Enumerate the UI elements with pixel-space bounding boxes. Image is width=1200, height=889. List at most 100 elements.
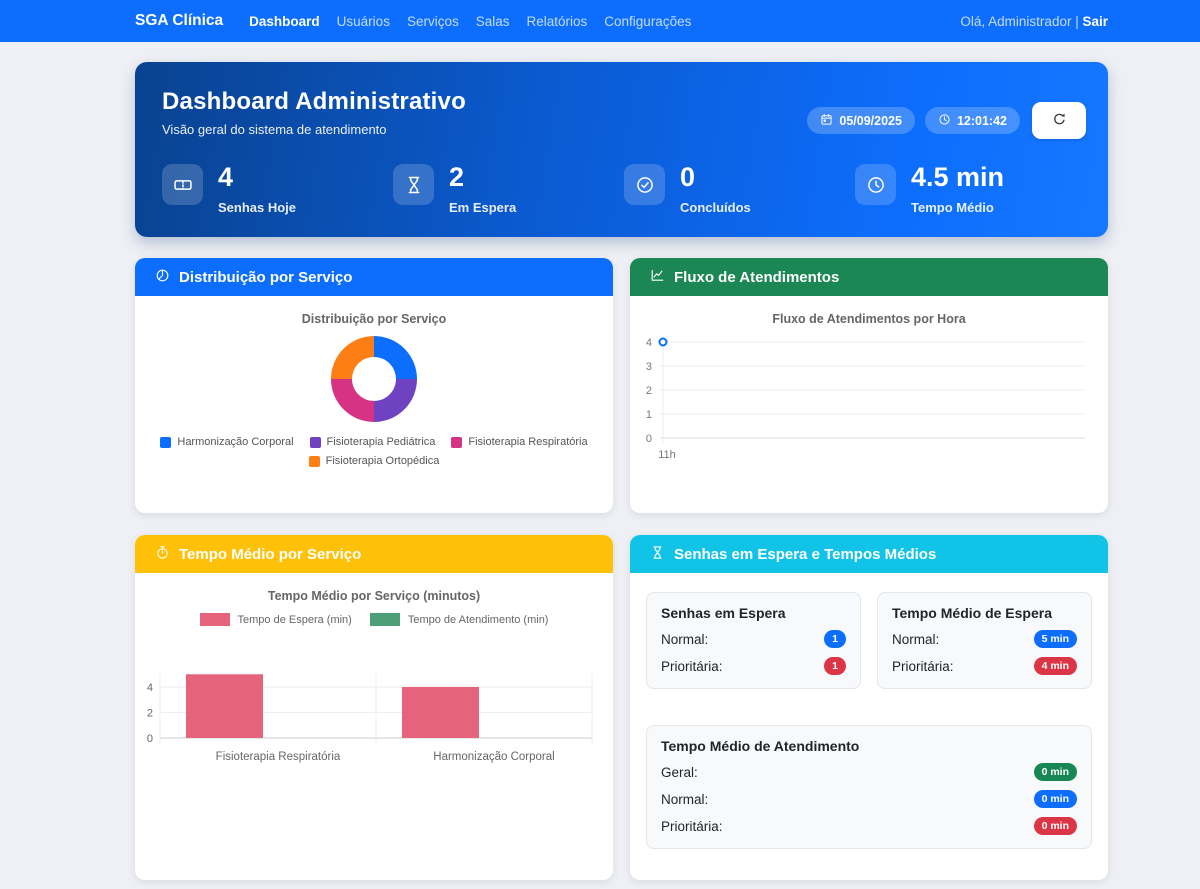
greeting-separator: | xyxy=(1071,14,1082,29)
stat-ticket: 4Senhas Hoje xyxy=(162,164,393,215)
stat-text: 4.5 min Tempo Médio xyxy=(911,164,1004,215)
flow-card: Fluxo de Atendimentos Fluxo de Atendimen… xyxy=(630,258,1108,513)
svg-text:0: 0 xyxy=(147,733,153,745)
nav-item-usuarios[interactable]: Usuários xyxy=(337,14,390,29)
nav-item-configuracoes[interactable]: Configurações xyxy=(604,14,691,29)
nav-item-servicos[interactable]: Serviços xyxy=(407,14,459,29)
distribution-card-body: Distribuição por Serviço Harmonização Co… xyxy=(135,296,613,513)
donut-chart-title: Distribuição por Serviço xyxy=(135,296,613,326)
stat-label: Tempo Médio xyxy=(911,200,1004,215)
clock-icon xyxy=(938,113,951,129)
avg-service-card-title: Tempo Médio por Serviço xyxy=(179,546,361,563)
top-navbar: SGA Clínica Dashboard Usuários Serviços Sal… xyxy=(0,0,1200,42)
panel-row-label: Prioritária: xyxy=(661,659,723,674)
stat-text: 0Concluídos xyxy=(680,164,751,215)
waiting-card-header: Senhas em Espera e Tempos Médios xyxy=(630,535,1108,573)
stat-check-circle: 0Concluídos xyxy=(624,164,855,215)
user-area: Olá, Administrador | Sair xyxy=(960,14,1108,29)
nav-links: Dashboard Usuários Serviços Salas Relatórios… xyxy=(249,14,708,29)
legend-item: Fisioterapia Ortopédica xyxy=(309,455,440,467)
svg-text:Fisioterapia Respiratória: Fisioterapia Respiratória xyxy=(216,751,341,763)
donut-legend: Harmonização Corporal Fisioterapia Pediát… xyxy=(135,436,613,467)
stat-clock: 4.5 min Tempo Médio xyxy=(855,164,1086,215)
avg-service-bar-chart: 0 2 4 Fisioterapia Respiratória Harmonização… xyxy=(135,665,613,775)
stat-value: 4.5 min xyxy=(911,164,1004,191)
panel-row: Prioritária: 0 min xyxy=(661,817,1077,835)
svg-text:3: 3 xyxy=(646,361,652,373)
status-badge: 0 min xyxy=(1034,817,1077,835)
page-title: Dashboard Administrativo xyxy=(162,88,466,116)
status-badge: 0 min xyxy=(1034,763,1077,781)
legend-swatch xyxy=(200,613,230,626)
donut-chart xyxy=(331,336,417,422)
hero-heading: Dashboard Administrativo Visão geral do … xyxy=(162,88,466,137)
panel-row-label: Geral: xyxy=(661,765,698,780)
panel-1: Tempo Médio de Espera Normal:5 min Priorit… xyxy=(877,592,1092,689)
panel-row: Normal:1 xyxy=(661,630,846,648)
legend-label: Fisioterapia Pediátrica xyxy=(327,436,436,448)
distribution-card-header: Distribuição por Serviço xyxy=(135,258,613,296)
avg-service-card: Tempo Médio por Serviço Tempo Médio por … xyxy=(135,535,613,880)
panel-row-label: Normal: xyxy=(661,792,708,807)
status-badge: 5 min xyxy=(1034,630,1077,648)
nav-item-dashboard[interactable]: Dashboard xyxy=(249,14,320,29)
legend-item: Fisioterapia Respiratória xyxy=(451,436,587,448)
distribution-card: Distribuição por Serviço Distribuição po… xyxy=(135,258,613,513)
status-badge: 4 min xyxy=(1034,657,1077,675)
panel-row: Normal:0 min xyxy=(661,790,1077,808)
avg-service-card-header: Tempo Médio por Serviço xyxy=(135,535,613,573)
refresh-button[interactable] xyxy=(1032,102,1086,139)
nav-item-salas[interactable]: Salas xyxy=(476,14,510,29)
flow-card-body: Fluxo de Atendimentos por Hora 0123411h xyxy=(630,296,1108,513)
svg-text:Harmonização Corporal: Harmonização Corporal xyxy=(433,751,554,763)
stat-value: 2 xyxy=(449,164,516,191)
waiting-panels: Senhas em EsperaNormal:1Prioritária:1Tem… xyxy=(630,573,1108,868)
panel-row: Geral: 0 min xyxy=(661,763,1077,781)
panel-row: Prioritária: 4 min xyxy=(892,657,1077,675)
legend-item: Harmonização Corporal xyxy=(160,436,293,448)
svg-text:0: 0 xyxy=(646,433,652,445)
bar-legend-item: Tempo de Atendimento (min) xyxy=(370,613,549,626)
refresh-icon xyxy=(1051,111,1068,131)
flow-card-title: Fluxo de Atendimentos xyxy=(674,269,839,286)
nav-item-relatorios[interactable]: Relatórios xyxy=(527,14,588,29)
status-badge: 1 xyxy=(824,630,846,648)
stats-row: 4Senhas Hoje 2Em Espera 0Concluídos 4.5 min… xyxy=(162,164,1086,215)
distribution-card-title: Distribuição por Serviço xyxy=(179,269,352,286)
page-subtitle: Visão geral do sistema de atendimento xyxy=(162,122,466,137)
flow-chart-title: Fluxo de Atendimentos por Hora xyxy=(630,296,1108,326)
svg-text:2: 2 xyxy=(147,708,153,720)
legend-label: Tempo de Espera (min) xyxy=(238,614,352,626)
time-value: 12:01:42 xyxy=(957,114,1007,128)
legend-label: Harmonização Corporal xyxy=(177,436,293,448)
panel-row: Prioritária:1 xyxy=(661,657,846,675)
app-brand[interactable]: SGA Clínica xyxy=(135,12,223,30)
panel-row-label: Prioritária: xyxy=(892,659,954,674)
calendar-icon xyxy=(820,113,833,129)
svg-text:11h: 11h xyxy=(658,449,676,461)
waiting-card: Senhas em Espera e Tempos Médios Senhas … xyxy=(630,535,1108,880)
stat-text: 4Senhas Hoje xyxy=(218,164,296,215)
panel-0: Senhas em EsperaNormal:1Prioritária:1 xyxy=(646,592,861,689)
svg-text:4: 4 xyxy=(147,682,153,694)
ticket-icon xyxy=(162,164,203,205)
logout-link[interactable]: Sair xyxy=(1082,14,1108,29)
check-circle-icon xyxy=(624,164,665,205)
panel-title: Tempo Médio de Espera xyxy=(892,605,1077,621)
legend-swatch xyxy=(451,437,462,448)
legend-swatch xyxy=(310,437,321,448)
legend-label: Tempo de Atendimento (min) xyxy=(408,614,549,626)
panel-row: Normal:5 min xyxy=(892,630,1077,648)
legend-swatch xyxy=(309,456,320,467)
panel-title: Tempo Médio de Atendimento xyxy=(661,738,1077,754)
svg-text:4: 4 xyxy=(646,337,652,349)
clock-icon xyxy=(855,164,896,205)
stat-hourglass: 2Em Espera xyxy=(393,164,624,215)
time-badge: 12:01:42 xyxy=(925,107,1020,134)
waiting-card-title: Senhas em Espera e Tempos Médios xyxy=(674,546,936,563)
legend-label: Fisioterapia Ortopédica xyxy=(326,455,440,467)
hero-card: Dashboard Administrativo Visão geral do … xyxy=(135,62,1108,237)
bar-legend-item: Tempo de Espera (min) xyxy=(200,613,352,626)
panel-row-label: Prioritária: xyxy=(661,819,723,834)
waiting-card-body: Senhas em EsperaNormal:1Prioritária:1Tem… xyxy=(630,573,1108,880)
